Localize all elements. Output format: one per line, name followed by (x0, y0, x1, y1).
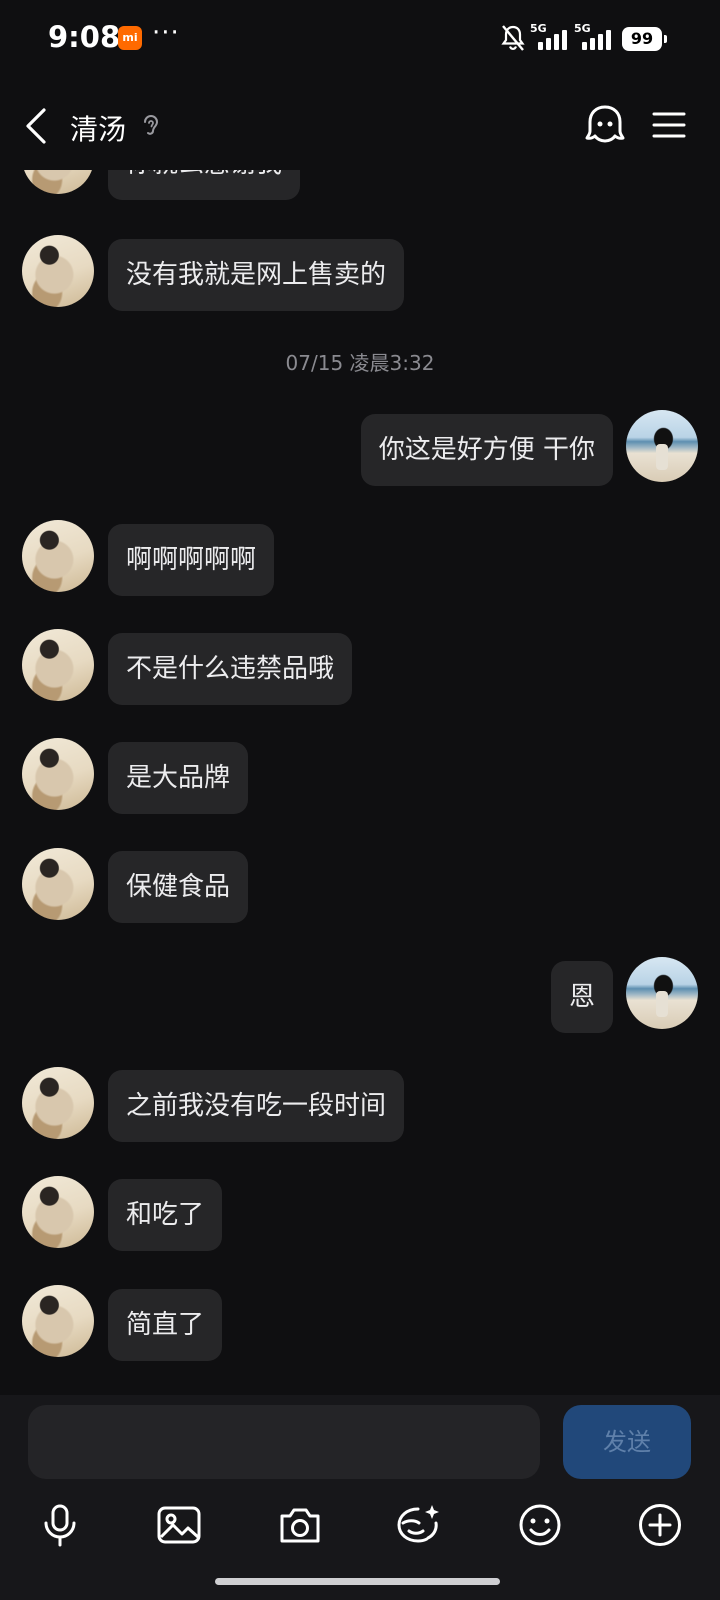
more-notifications-icon: ··· (152, 18, 180, 48)
cell-signal-2-icon: 5G (574, 22, 618, 54)
back-arrow-icon[interactable] (22, 106, 52, 146)
microphone-icon[interactable] (36, 1501, 84, 1549)
status-bar: 9:08 mi ··· 5G 5G 99 (0, 0, 720, 80)
camera-icon[interactable] (276, 1501, 324, 1549)
earpiece-mode-icon[interactable] (140, 112, 162, 140)
send-button[interactable]: 发送 (563, 1405, 691, 1479)
cell-signal-1-icon: 5G (530, 22, 574, 54)
message-list[interactable]: 你就么感谢我 没有我就是网上售卖的 07/15 凌晨3:32 你这是好方便 干你… (0, 0, 720, 1395)
menu-icon[interactable] (652, 110, 686, 140)
sticker-icon[interactable] (394, 1501, 442, 1549)
mi-app-icon: mi (118, 26, 142, 50)
chat-header: 清汤 (0, 80, 720, 170)
contact-avatar[interactable] (22, 1067, 94, 1139)
contact-name[interactable]: 清汤 (70, 108, 126, 148)
contact-avatar[interactable] (22, 1176, 94, 1248)
battery-icon: 99 (622, 27, 667, 51)
message-bubble[interactable]: 之前我没有吃一段时间 (108, 1070, 405, 1142)
message-bubble[interactable]: 简直了 (108, 1289, 223, 1361)
image-icon[interactable] (155, 1501, 203, 1549)
contact-avatar[interactable] (22, 738, 94, 810)
contact-avatar[interactable] (22, 235, 94, 307)
bell-muted-icon (501, 25, 525, 51)
contact-avatar[interactable] (22, 629, 94, 701)
message-timestamp: 07/15 凌晨3:32 (285, 351, 435, 375)
input-bar: 发送 (0, 1395, 720, 1600)
user-avatar[interactable] (626, 957, 698, 1029)
message-bubble[interactable]: 不是什么违禁品哦 (108, 633, 353, 705)
chat-screen: 你就么感谢我 没有我就是网上售卖的 07/15 凌晨3:32 你这是好方便 干你… (0, 0, 720, 1600)
message-bubble[interactable]: 没有我就是网上售卖的 (108, 239, 405, 311)
message-bubble[interactable]: 和吃了 (108, 1179, 223, 1251)
emoji-icon[interactable] (516, 1501, 564, 1549)
message-bubble[interactable]: 是大品牌 (108, 742, 249, 814)
status-time: 9:08 (48, 20, 121, 54)
message-bubble[interactable]: 保健食品 (108, 851, 249, 923)
contact-avatar[interactable] (22, 1285, 94, 1357)
home-indicator[interactable] (215, 1578, 500, 1585)
contact-avatar[interactable] (22, 520, 94, 592)
message-bubble[interactable]: 你这是好方便 干你 (360, 414, 613, 486)
plus-icon[interactable] (636, 1501, 684, 1549)
user-avatar[interactable] (626, 410, 698, 482)
message-bubble[interactable]: 恩 (550, 961, 613, 1033)
message-bubble[interactable]: 啊啊啊啊啊 (108, 524, 275, 596)
message-input[interactable] (28, 1405, 540, 1479)
contact-avatar[interactable] (22, 848, 94, 920)
ghost-icon[interactable] (585, 104, 625, 146)
